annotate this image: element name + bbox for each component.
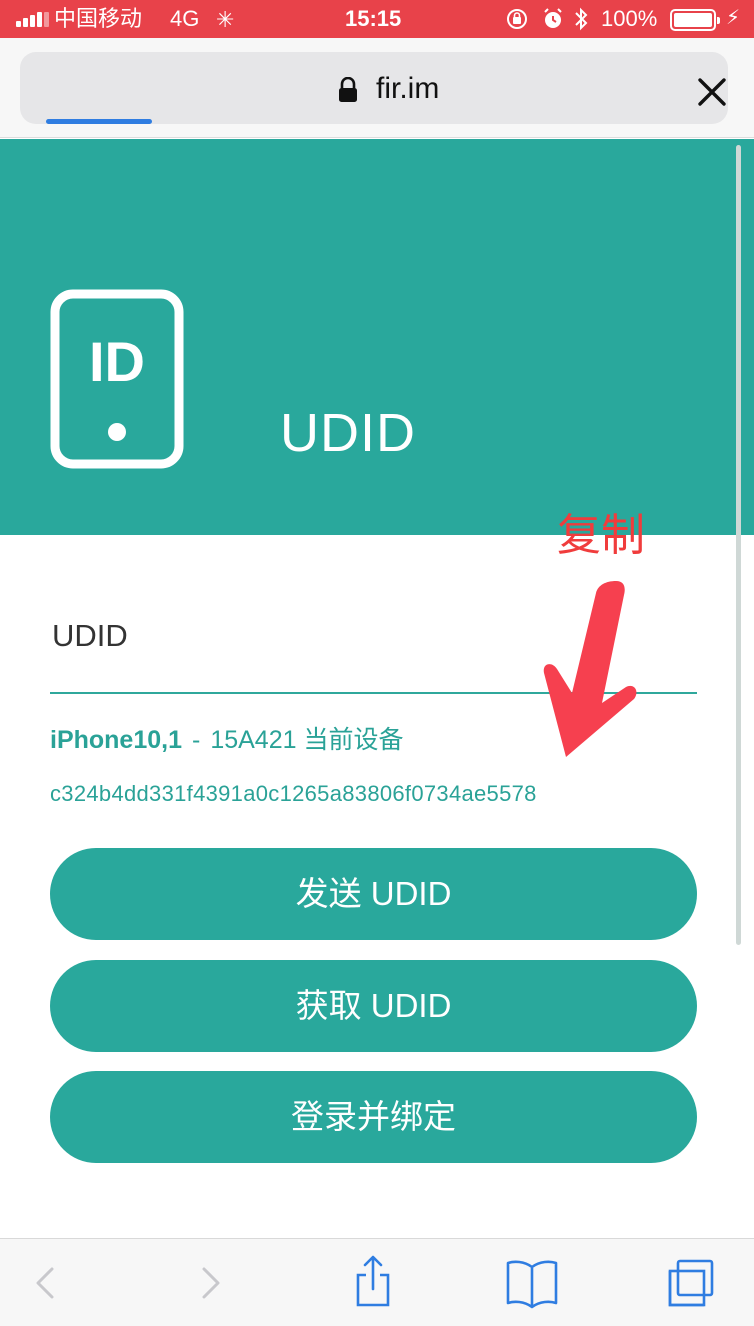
id-icon-text: ID xyxy=(89,330,145,393)
send-udid-button[interactable]: 发送 UDID xyxy=(50,848,697,940)
chevron-left-icon[interactable] xyxy=(20,1239,70,1326)
share-icon[interactable] xyxy=(348,1239,398,1326)
annotation-label: 复制 xyxy=(557,511,645,560)
battery-percent: 100% xyxy=(601,6,658,31)
browser-toolbar xyxy=(0,1238,754,1326)
chevron-right-icon[interactable] xyxy=(186,1239,236,1326)
lock-icon xyxy=(339,77,357,102)
page-load-progress-bar xyxy=(46,119,152,124)
close-icon[interactable] xyxy=(694,74,728,110)
get-udid-button[interactable]: 获取 UDID xyxy=(50,960,697,1052)
book-icon[interactable] xyxy=(502,1239,562,1326)
alarm-icon xyxy=(544,8,562,28)
status-time: 15:15 xyxy=(345,6,402,31)
hero-title: UDID xyxy=(280,403,416,463)
charging-icon: ⚡ xyxy=(726,7,741,29)
bluetooth-icon xyxy=(575,7,588,31)
phone-screen: 中国移动 4G ✳ 15:15 100% ⚡ fir.im ID UDID UD… xyxy=(0,0,754,1326)
device-id-icon: ID xyxy=(50,289,184,469)
annotation-arrow-icon xyxy=(543,581,637,757)
status-bar: 中国移动 4G ✳ 15:15 100% ⚡ xyxy=(0,0,754,38)
login-bind-button[interactable]: 登录并绑定 xyxy=(50,1071,697,1163)
tabs-icon[interactable] xyxy=(660,1239,720,1326)
carrier-name: 中国移动 xyxy=(54,6,143,31)
device-info-line: iPhone10,1-15A421 当前设备 xyxy=(50,724,403,756)
udid-value[interactable]: c324b4dd331f4391a0c1265a83806f0734ae5578 xyxy=(50,780,537,808)
section-title: UDID xyxy=(52,618,128,653)
url-text: fir.im xyxy=(376,72,440,105)
hero-banner: ID UDID xyxy=(0,139,754,535)
network-type: 4G xyxy=(170,6,200,31)
device-separator: - xyxy=(192,726,201,754)
device-model: iPhone10,1 xyxy=(50,726,182,754)
browser-address-bar: fir.im xyxy=(0,38,754,138)
signal-strength-icon xyxy=(16,11,50,27)
activity-spinner-icon: ✳ xyxy=(216,7,235,32)
battery-icon xyxy=(670,9,720,31)
url-field[interactable]: fir.im xyxy=(20,52,728,124)
scroll-indicator[interactable] xyxy=(736,145,741,945)
device-build: 15A421 当前设备 xyxy=(210,726,404,754)
orientation-lock-icon xyxy=(507,9,527,29)
